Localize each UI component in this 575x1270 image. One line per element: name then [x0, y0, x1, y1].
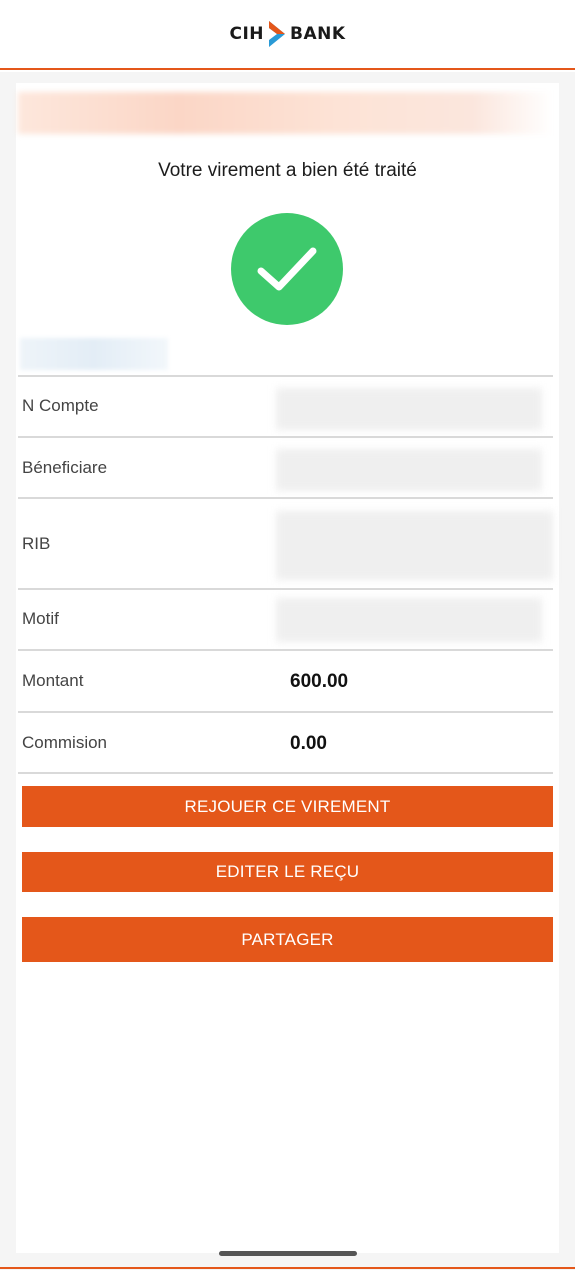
bottom-accent-line: [0, 1267, 575, 1269]
redacted-tag: [20, 338, 168, 370]
success-badge: [231, 213, 343, 325]
check-icon: [257, 247, 317, 291]
home-indicator[interactable]: [219, 1251, 357, 1256]
logo-text-left: CIH: [229, 24, 264, 44]
divider: [18, 711, 553, 713]
motif-label: Motif: [22, 609, 59, 628]
replay-transfer-button[interactable]: REJOUER CE VIREMENT: [22, 786, 553, 827]
divider: [18, 649, 553, 651]
divider: [18, 772, 553, 774]
redacted-banner: [18, 92, 553, 134]
redacted-motif-value: [276, 598, 542, 642]
share-button[interactable]: PARTAGER: [22, 917, 553, 962]
app-header: CIH BANK: [0, 0, 575, 70]
commission-value: 0.00: [290, 733, 327, 754]
divider: [18, 497, 553, 499]
confirmation-title: Votre virement a bien été traité: [158, 160, 417, 181]
logo-text-right: BANK: [290, 24, 346, 44]
beneficiary-label: Béneficiare: [22, 458, 108, 477]
divider: [18, 436, 553, 438]
amount-value: 600.00: [290, 671, 349, 692]
redacted-beneficiary-value: [276, 449, 542, 491]
divider: [18, 588, 553, 590]
amount-label: Montant: [22, 671, 84, 690]
divider: [18, 375, 553, 377]
redacted-rib-value: [276, 511, 553, 580]
cih-bank-logo: CIH BANK: [229, 20, 345, 48]
logo-chevron-icon: [269, 21, 285, 47]
rib-label: RIB: [22, 534, 51, 553]
commission-label: Commision: [22, 733, 108, 752]
account-label: N Compte: [22, 396, 99, 415]
edit-receipt-button[interactable]: EDITER LE REÇU: [22, 852, 553, 892]
redacted-account-value: [276, 388, 542, 430]
